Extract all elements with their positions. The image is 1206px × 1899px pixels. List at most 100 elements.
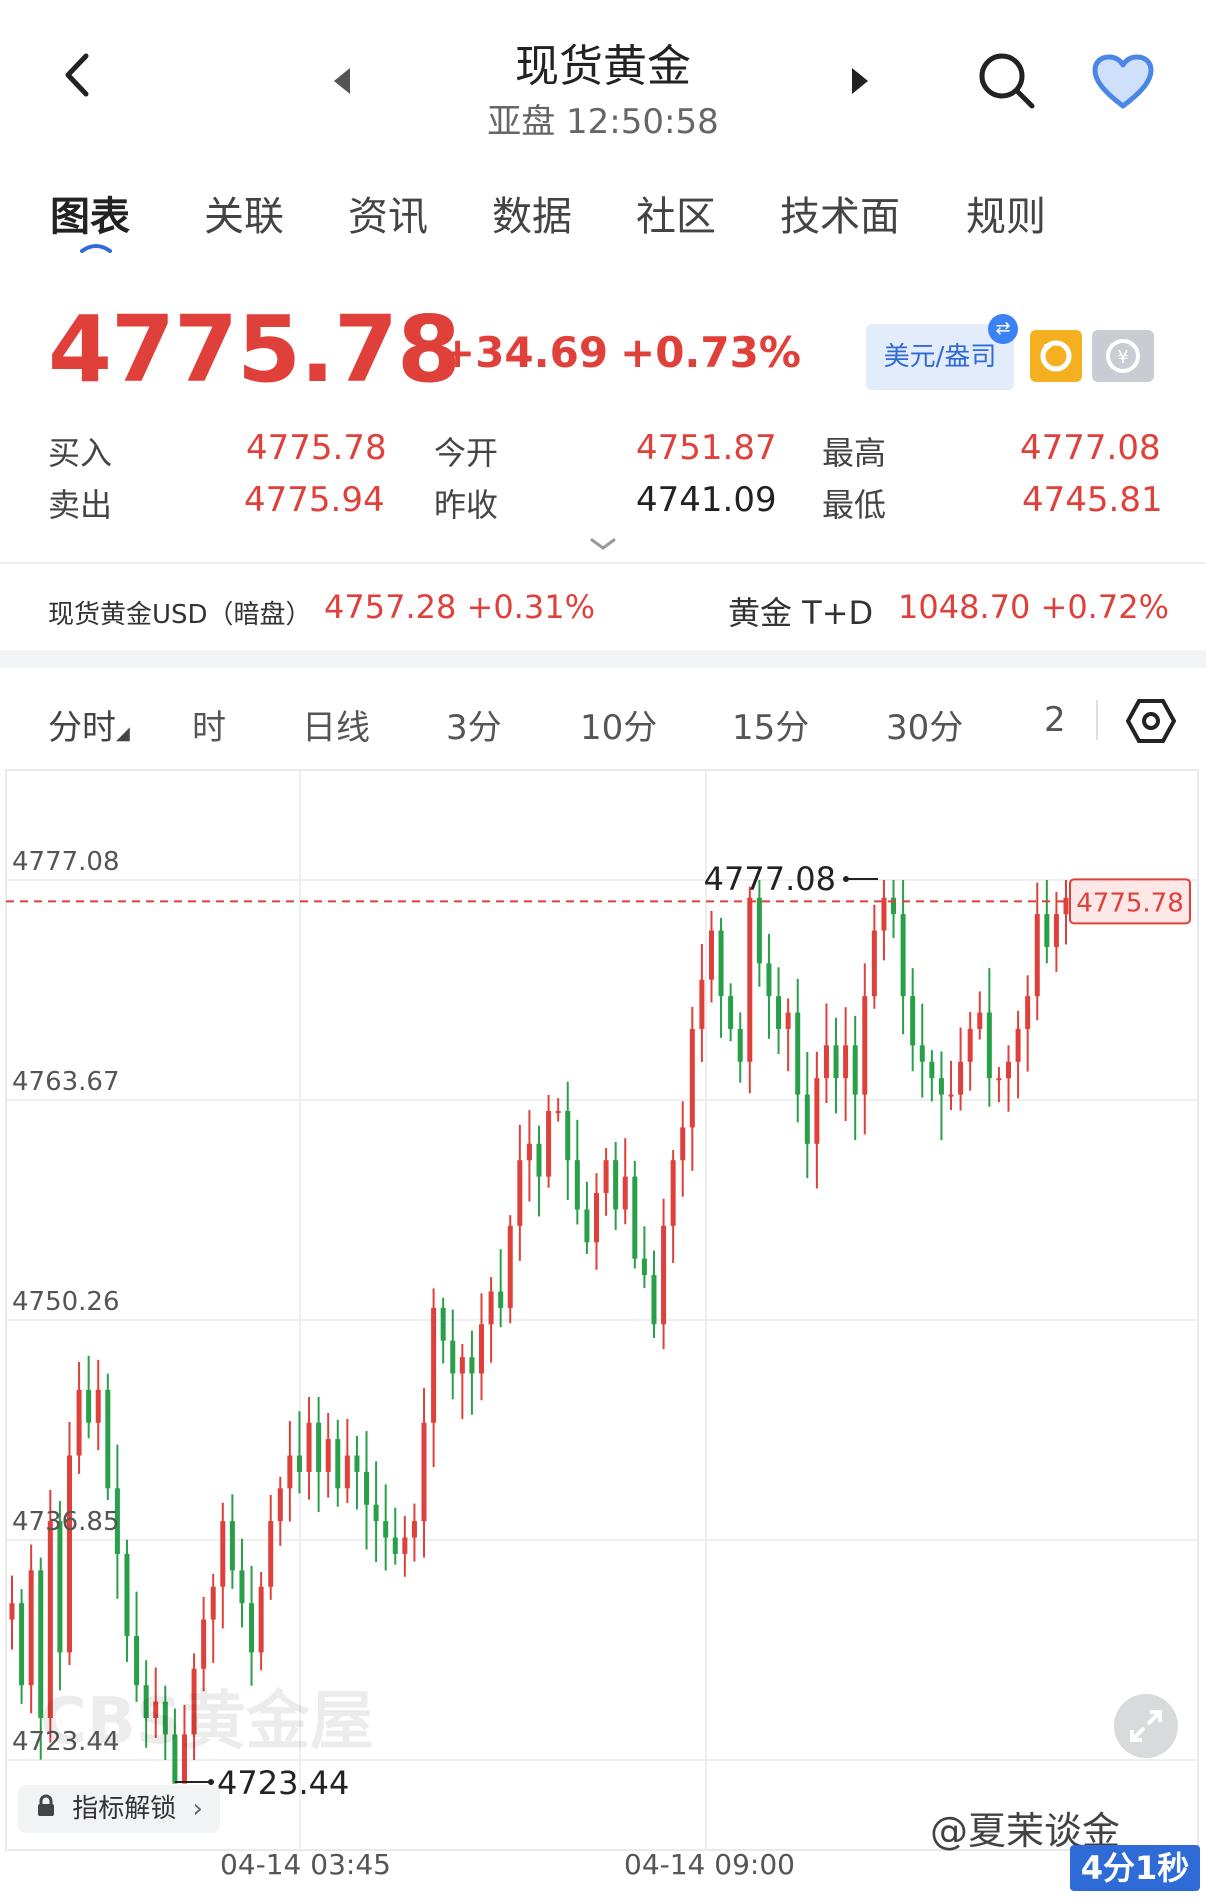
sell-value: 4775.94 bbox=[244, 480, 385, 520]
candle-body bbox=[910, 996, 916, 1046]
coin-gear-icon: ¥ bbox=[1106, 339, 1140, 373]
candle-body bbox=[728, 996, 734, 1029]
price-change: +34.69 bbox=[440, 328, 609, 377]
low-value: 4745.81 bbox=[1022, 480, 1163, 520]
period-15min[interactable]: 15分 bbox=[732, 700, 809, 749]
candle-body bbox=[220, 1521, 226, 1587]
candle-body bbox=[919, 1045, 925, 1062]
active-tab-indicator bbox=[80, 238, 112, 257]
candle-body bbox=[28, 1570, 34, 1686]
candle-body bbox=[900, 914, 906, 997]
tab-related[interactable]: 关联 bbox=[204, 184, 284, 242]
candle-body bbox=[776, 996, 782, 1029]
candle-body bbox=[852, 1045, 858, 1095]
tab-data[interactable]: 数据 bbox=[492, 184, 572, 242]
x-tick-1: 04-14 03:45 bbox=[220, 1848, 391, 1881]
tab-news[interactable]: 资讯 bbox=[348, 184, 428, 242]
candle-body bbox=[431, 1307, 437, 1423]
buy-value: 4775.78 bbox=[246, 428, 387, 468]
candle-body bbox=[680, 1127, 686, 1161]
expand-icon bbox=[1130, 1710, 1162, 1742]
related-right-name[interactable]: 黄金 T+D bbox=[728, 588, 873, 634]
related-right-value[interactable]: 1048.70 +0.72% bbox=[898, 588, 1169, 626]
related-left-value[interactable]: 4757.28 +0.31% bbox=[324, 588, 595, 626]
price-change-pct: +0.73% bbox=[620, 328, 801, 377]
low-marker-label: 4723.44 bbox=[217, 1764, 349, 1802]
period-day[interactable]: 日线 bbox=[302, 700, 370, 749]
candle-body bbox=[498, 1291, 504, 1308]
candle-body bbox=[296, 1455, 302, 1472]
candle-body bbox=[440, 1307, 446, 1341]
low-label: 最低 bbox=[822, 486, 887, 524]
candle-body bbox=[9, 1603, 15, 1620]
refresh-button[interactable] bbox=[1030, 330, 1082, 382]
candle-body bbox=[632, 1176, 638, 1259]
candle-body bbox=[737, 1028, 743, 1062]
divider bbox=[0, 562, 1206, 564]
candle-body bbox=[402, 1537, 408, 1554]
x-tick-2: 04-14 09:00 bbox=[624, 1848, 795, 1881]
related-left-name[interactable]: 现货黄金USD（暗盘） bbox=[48, 594, 312, 631]
tab-community[interactable]: 社区 bbox=[636, 184, 716, 242]
period-intraday-label: 分时 bbox=[48, 708, 116, 748]
tab-rules[interactable]: 规则 bbox=[966, 184, 1046, 242]
candle-body bbox=[584, 1209, 590, 1243]
high-marker-label: 4777.08 bbox=[704, 860, 836, 898]
candle-body bbox=[287, 1455, 293, 1489]
exchange-settings-button[interactable]: ¥ bbox=[1092, 330, 1154, 382]
candle-body bbox=[929, 1061, 935, 1079]
candle-body bbox=[95, 1389, 101, 1423]
tab-technical[interactable]: 技术面 bbox=[780, 184, 900, 242]
period-more[interactable]: 2 bbox=[1044, 700, 1066, 740]
period-30min[interactable]: 30分 bbox=[886, 700, 963, 749]
candle-body bbox=[986, 1012, 992, 1079]
candle-body bbox=[469, 1357, 475, 1374]
candle-body bbox=[756, 897, 762, 964]
favorite-heart-icon[interactable] bbox=[1092, 54, 1154, 114]
period-intraday[interactable]: 分时◢ bbox=[48, 700, 130, 749]
chart-settings-icon[interactable] bbox=[1125, 698, 1177, 748]
candle-body bbox=[958, 1061, 964, 1095]
candle-body bbox=[325, 1439, 331, 1472]
y-tick-label: 4736.85 bbox=[12, 1507, 120, 1537]
candle-body bbox=[651, 1275, 657, 1325]
fullscreen-button[interactable] bbox=[1114, 1694, 1178, 1758]
candle-body bbox=[86, 1389, 92, 1423]
candle-body bbox=[488, 1291, 494, 1325]
open-value: 4751.87 bbox=[636, 428, 777, 468]
candle-body bbox=[804, 1094, 810, 1144]
period-hour[interactable]: 时 bbox=[192, 700, 226, 749]
candle-body bbox=[574, 1160, 580, 1210]
candle-body bbox=[862, 996, 868, 1095]
last-price-label: 4775.78 bbox=[1076, 888, 1184, 918]
candle-body bbox=[977, 1012, 983, 1029]
candle-body bbox=[383, 1521, 389, 1538]
period-3min[interactable]: 3分 bbox=[446, 700, 502, 749]
y-tick-label: 4750.26 bbox=[12, 1287, 120, 1317]
candle-body bbox=[938, 1078, 944, 1095]
candle-body bbox=[1063, 897, 1069, 915]
candle-body bbox=[526, 1143, 532, 1161]
candle-body bbox=[411, 1521, 417, 1538]
timer-badge: 4分1秒 bbox=[1070, 1845, 1200, 1891]
candle-body bbox=[507, 1225, 513, 1308]
section-separator bbox=[0, 650, 1206, 668]
candle-body bbox=[57, 1521, 63, 1653]
candle-body bbox=[364, 1471, 370, 1505]
candle-body bbox=[948, 1094, 954, 1097]
last-price: 4775.78 bbox=[48, 296, 461, 403]
candle-body bbox=[392, 1537, 398, 1554]
candle-body bbox=[450, 1340, 456, 1374]
candle-body bbox=[593, 1193, 599, 1243]
next-instrument-icon[interactable] bbox=[848, 66, 872, 100]
candle-body bbox=[565, 1110, 571, 1161]
period-10min[interactable]: 10分 bbox=[580, 700, 657, 749]
candle-body bbox=[708, 930, 714, 980]
candle-body bbox=[613, 1160, 619, 1210]
search-icon[interactable] bbox=[976, 50, 1036, 114]
candle-body bbox=[1006, 1061, 1012, 1079]
tab-chart[interactable]: 图表 bbox=[50, 184, 130, 242]
indicator-unlock-button[interactable]: 指标解锁 › bbox=[18, 1785, 220, 1833]
candle-body bbox=[833, 1045, 839, 1079]
expand-stats-chevron-icon[interactable] bbox=[588, 536, 618, 556]
